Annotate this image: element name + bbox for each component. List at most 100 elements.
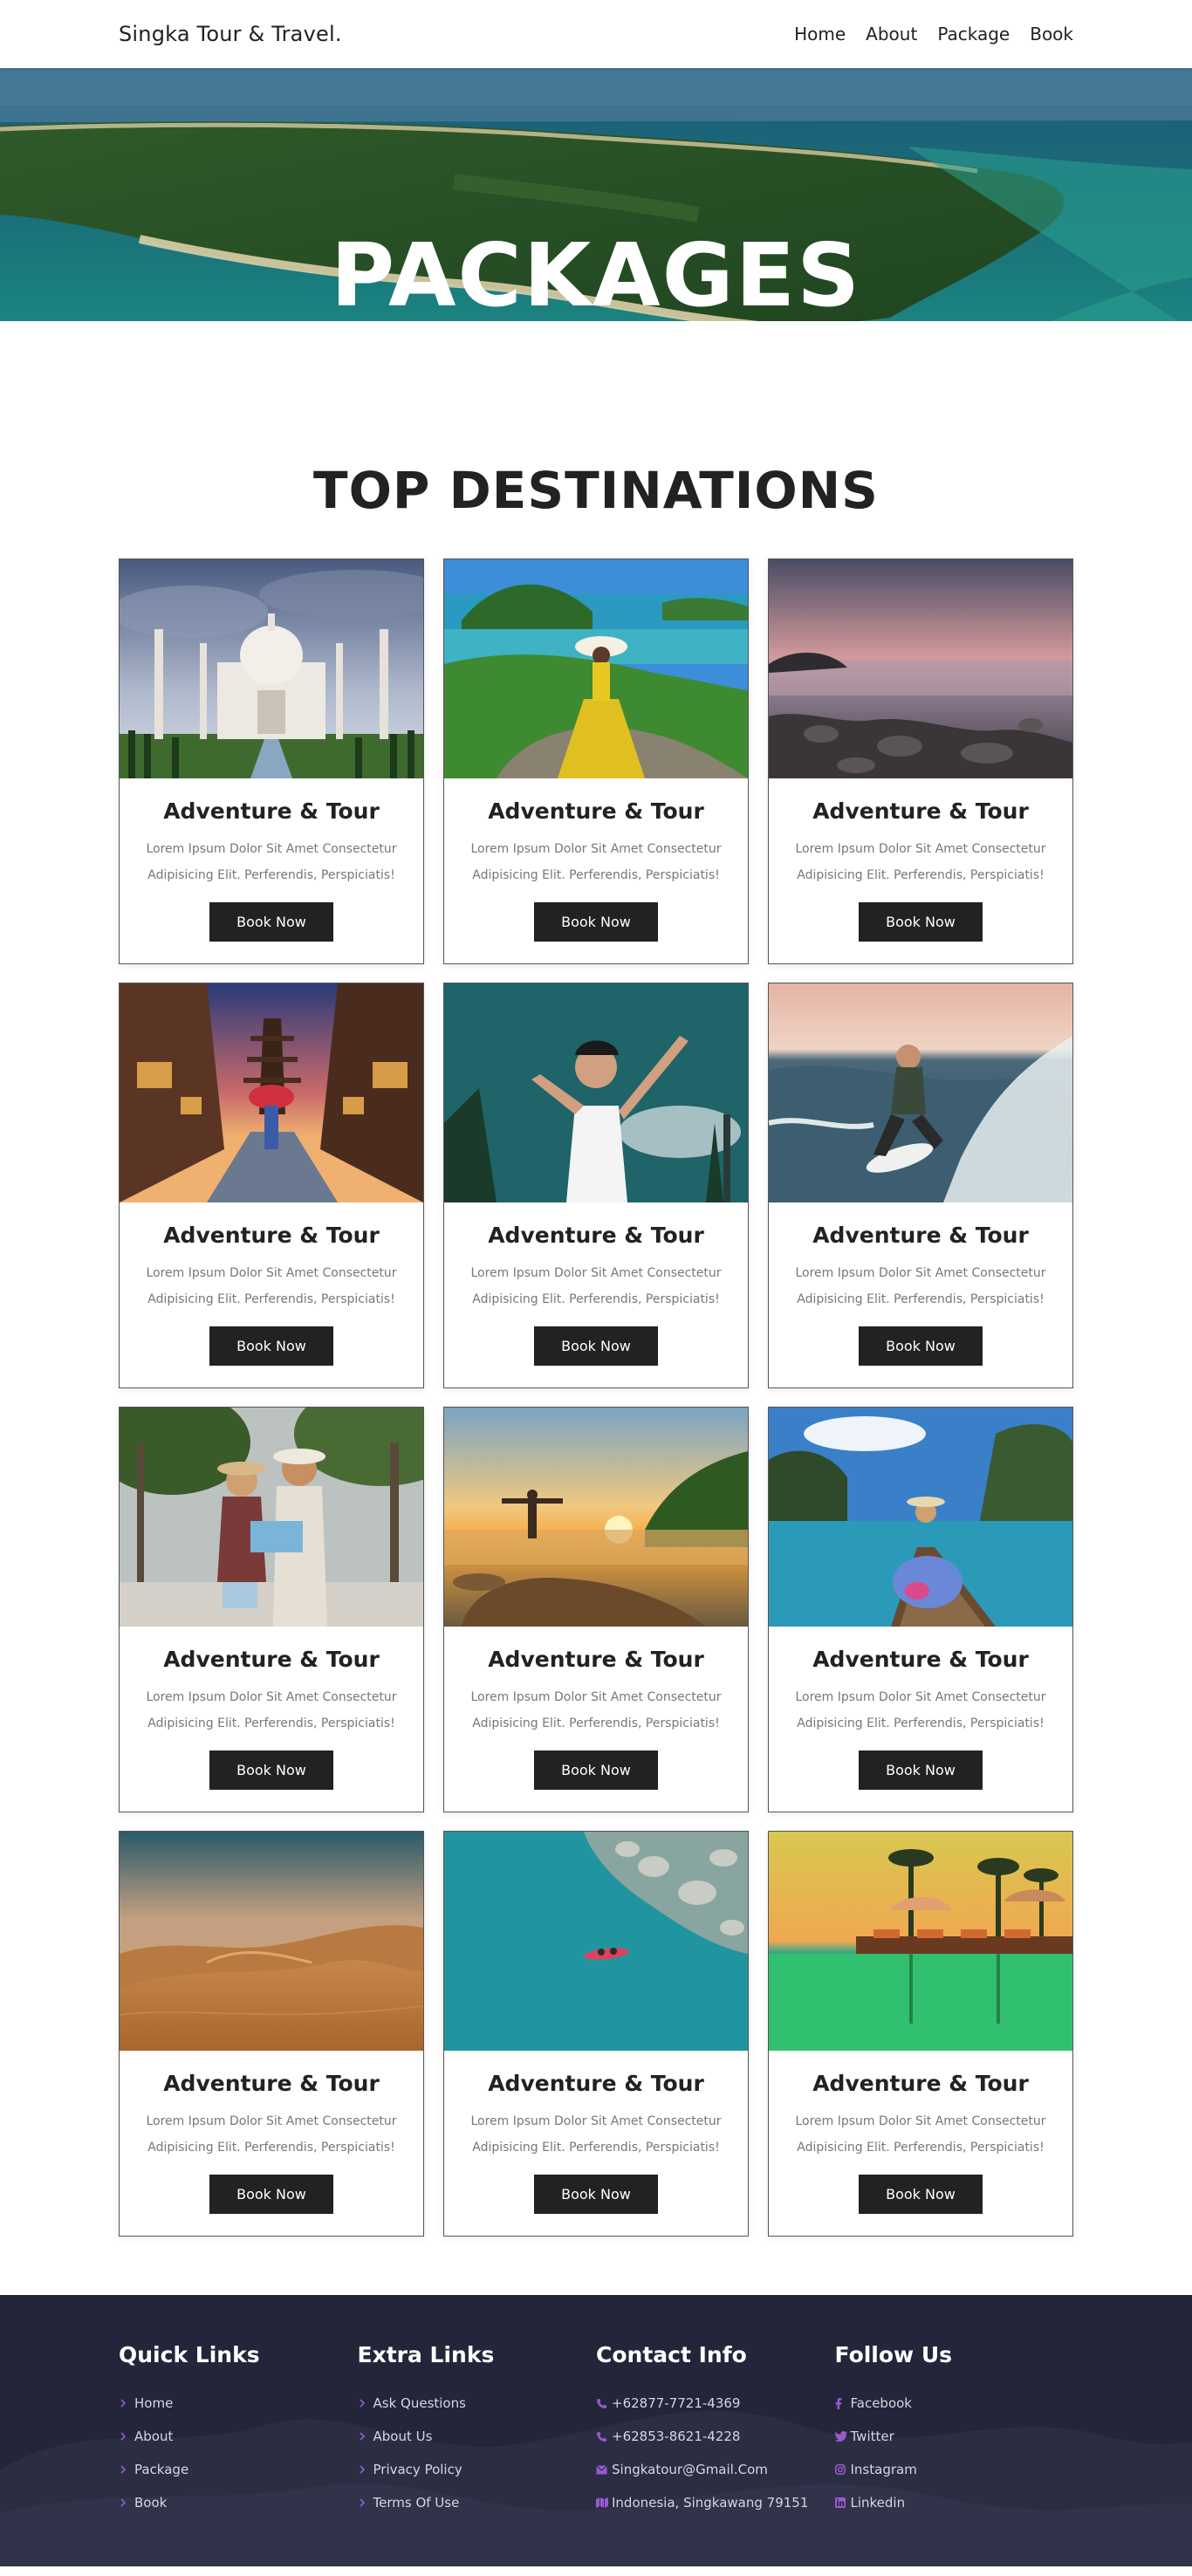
contact-address[interactable]: Indonesia, Singkawang 79151 xyxy=(596,2486,835,2519)
chevron-right-icon xyxy=(119,2498,133,2507)
footer-link-home[interactable]: Home xyxy=(119,2387,358,2420)
card-title: Adventure & Tour xyxy=(163,1647,380,1672)
kyoto-street-photo xyxy=(120,983,423,1202)
book-now-button[interactable]: Book Now xyxy=(209,1326,333,1366)
boat-lagoon-photo xyxy=(769,1408,1072,1627)
chevron-right-icon xyxy=(358,2498,372,2507)
nav-link-home[interactable]: Home xyxy=(794,24,846,45)
island-viewpoint-photo xyxy=(444,559,748,778)
navbar: Singka Tour & Travel. Home About Package… xyxy=(0,0,1192,68)
social-link-facebook[interactable]: Facebook xyxy=(835,2387,1074,2420)
book-now-button[interactable]: Book Now xyxy=(209,902,333,942)
card-title: Adventure & Tour xyxy=(488,1223,704,1248)
card-description: Lorem Ipsum Dolor Sit Amet Consectetur A… xyxy=(795,2114,1046,2155)
taj-mahal-photo xyxy=(120,559,423,778)
kayak-aerial-photo xyxy=(444,1832,748,2051)
card-description: Lorem Ipsum Dolor Sit Amet Consectetur A… xyxy=(795,1266,1046,1306)
nav-link-book[interactable]: Book xyxy=(1030,24,1073,45)
chevron-right-icon xyxy=(358,2465,372,2474)
footer-link-privacy-policy[interactable]: Privacy Policy xyxy=(358,2453,597,2486)
social-link-twitter[interactable]: Twitter xyxy=(834,2420,1074,2453)
footer-link-terms-of-use[interactable]: Terms Of Use xyxy=(358,2486,597,2519)
contact-info-column: Contact Info +62877-7721-4369 +62853-862… xyxy=(596,2342,835,2519)
card-description: Lorem Ipsum Dolor Sit Amet Consectetur A… xyxy=(470,842,722,882)
book-now-button[interactable]: Book Now xyxy=(534,1326,658,1366)
footer-link-package[interactable]: Package xyxy=(119,2453,358,2486)
twitter-icon xyxy=(834,2431,849,2442)
footer-columns: Quick Links Home About Package Book Extr… xyxy=(0,2295,1192,2519)
footer-link-book[interactable]: Book xyxy=(119,2486,358,2519)
section-title: TOP DESTINATIONS xyxy=(313,461,879,520)
hero-title: PACKAGES xyxy=(330,224,862,326)
phone-icon xyxy=(596,2431,610,2442)
book-now-button[interactable]: Book Now xyxy=(859,1326,983,1366)
card-description: Lorem Ipsum Dolor Sit Amet Consectetur A… xyxy=(146,2114,397,2155)
social-link-instagram[interactable]: Instagram xyxy=(834,2453,1074,2486)
envelope-icon xyxy=(596,2464,610,2475)
sunset-rocks-photo xyxy=(444,1408,748,1627)
chevron-right-icon xyxy=(119,2465,133,2474)
top-destinations-section: TOP DESTINATIONS Adventure & Tour Lorem … xyxy=(0,360,1192,2237)
nav-link-about[interactable]: About xyxy=(866,24,917,45)
destination-card: Adventure & Tour Lorem Ipsum Dolor Sit A… xyxy=(119,558,424,964)
footer-heading: Quick Links xyxy=(119,2342,260,2367)
footer-link-about[interactable]: About xyxy=(119,2420,358,2453)
card-title: Adventure & Tour xyxy=(812,1647,1029,1672)
book-now-button[interactable]: Book Now xyxy=(534,902,658,942)
book-now-button[interactable]: Book Now xyxy=(534,2175,658,2214)
destination-card: Adventure & Tour Lorem Ipsum Dolor Sit A… xyxy=(768,1407,1073,1812)
resort-pool-photo xyxy=(769,1832,1072,2051)
destination-card: Adventure & Tour Lorem Ipsum Dolor Sit A… xyxy=(443,558,749,964)
site-footer: Quick Links Home About Package Book Extr… xyxy=(0,2295,1192,2566)
footer-heading: Contact Info xyxy=(596,2342,747,2367)
card-description: Lorem Ipsum Dolor Sit Amet Consectetur A… xyxy=(146,1266,397,1306)
book-now-button[interactable]: Book Now xyxy=(859,2175,983,2214)
card-title: Adventure & Tour xyxy=(488,2071,704,2096)
card-title: Adventure & Tour xyxy=(163,2071,380,2096)
rocky-sunset-beach-photo xyxy=(769,559,1072,778)
main-menu: Home About Package Book xyxy=(794,24,1073,45)
destination-card: Adventure & Tour Lorem Ipsum Dolor Sit A… xyxy=(768,558,1073,964)
card-title: Adventure & Tour xyxy=(812,1223,1029,1248)
book-now-button[interactable]: Book Now xyxy=(859,902,983,942)
card-title: Adventure & Tour xyxy=(488,1647,704,1672)
chevron-right-icon xyxy=(119,2432,133,2441)
card-description: Lorem Ipsum Dolor Sit Amet Consectetur A… xyxy=(470,2114,722,2155)
chevron-right-icon xyxy=(119,2399,133,2408)
card-title: Adventure & Tour xyxy=(488,798,704,824)
footer-link-ask-questions[interactable]: Ask Questions xyxy=(358,2387,597,2420)
facebook-icon xyxy=(835,2397,849,2409)
card-description: Lorem Ipsum Dolor Sit Amet Consectetur A… xyxy=(795,842,1046,882)
destination-card: Adventure & Tour Lorem Ipsum Dolor Sit A… xyxy=(768,1831,1073,2237)
happy-traveler-photo xyxy=(444,983,748,1202)
contact-email[interactable]: Singkatour@Gmail.Com xyxy=(596,2453,835,2486)
social-link-linkedin[interactable]: Linkedin xyxy=(834,2486,1074,2519)
card-title: Adventure & Tour xyxy=(163,798,380,824)
surfer-photo xyxy=(769,983,1072,1202)
contact-phone-1[interactable]: +62877-7721-4369 xyxy=(596,2387,835,2420)
book-now-button[interactable]: Book Now xyxy=(209,2175,333,2214)
book-now-button[interactable]: Book Now xyxy=(534,1750,658,1790)
footer-heading: Follow Us xyxy=(834,2342,953,2367)
quick-links-column: Quick Links Home About Package Book xyxy=(119,2342,358,2519)
book-now-button[interactable]: Book Now xyxy=(209,1750,333,1790)
destination-grid: Adventure & Tour Lorem Ipsum Dolor Sit A… xyxy=(119,558,1073,2237)
contact-phone-2[interactable]: +62853-8621-4228 xyxy=(596,2420,835,2453)
footer-link-about-us[interactable]: About Us xyxy=(358,2420,597,2453)
hero-banner: PACKAGES xyxy=(0,68,1192,360)
book-now-button[interactable]: Book Now xyxy=(859,1750,983,1790)
follow-us-column: Follow Us Facebook Twitter Instagram Lin… xyxy=(834,2342,1074,2519)
instagram-icon xyxy=(834,2464,849,2475)
card-title: Adventure & Tour xyxy=(163,1223,380,1248)
card-title: Adventure & Tour xyxy=(812,2071,1029,2096)
card-description: Lorem Ipsum Dolor Sit Amet Consectetur A… xyxy=(470,1266,722,1306)
nav-link-package[interactable]: Package xyxy=(937,24,1010,45)
travelers-with-map-photo xyxy=(120,1408,423,1627)
linkedin-icon xyxy=(834,2497,849,2508)
site-logo[interactable]: Singka Tour & Travel. xyxy=(119,22,342,46)
destination-card: Adventure & Tour Lorem Ipsum Dolor Sit A… xyxy=(443,983,749,1388)
map-icon xyxy=(596,2497,610,2508)
destination-card: Adventure & Tour Lorem Ipsum Dolor Sit A… xyxy=(443,1407,749,1812)
destination-card: Adventure & Tour Lorem Ipsum Dolor Sit A… xyxy=(768,983,1073,1388)
card-title: Adventure & Tour xyxy=(812,798,1029,824)
